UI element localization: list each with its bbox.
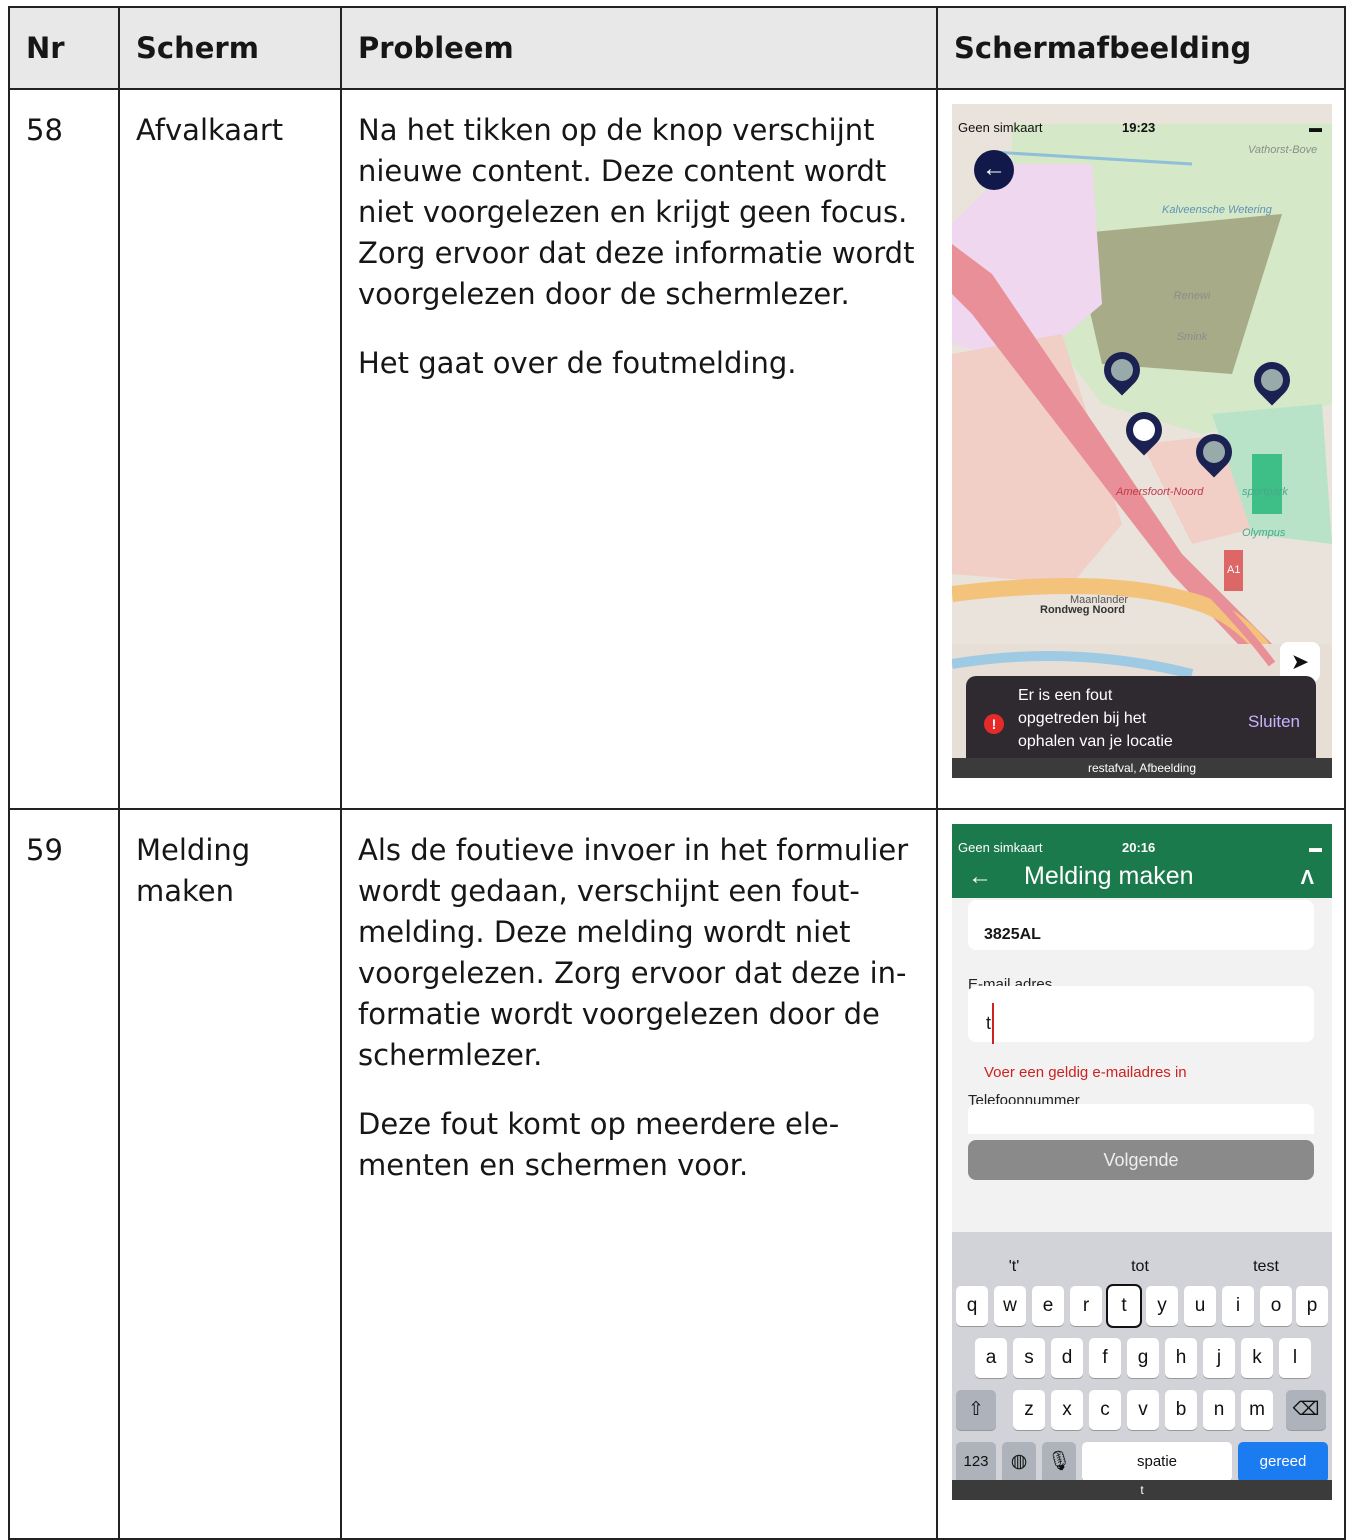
close-toast-button[interactable]: Sluiten bbox=[1248, 710, 1300, 733]
key[interactable]: t bbox=[1106, 1284, 1142, 1328]
key[interactable]: b bbox=[1165, 1390, 1197, 1430]
map-label: A1 bbox=[1224, 550, 1244, 591]
probleem-paragraph: Na het tikken op de knop verschijnt nieu… bbox=[358, 113, 915, 311]
done-key[interactable]: gereed bbox=[1238, 1442, 1328, 1482]
key[interactable]: d bbox=[1051, 1338, 1083, 1378]
voiceover-caption: t bbox=[952, 1480, 1332, 1500]
map-label: Vathorst-Bove bbox=[1248, 144, 1318, 156]
postcode-field[interactable]: 3825AL bbox=[968, 900, 1314, 950]
header-scherm: Scherm bbox=[118, 6, 342, 90]
row-probleem: Na het tikken op de knop verschijnt nieu… bbox=[340, 88, 938, 810]
probleem-paragraph: Als de foutieve invoer in het formulier … bbox=[358, 833, 909, 1072]
suggestion-item[interactable]: 't' bbox=[954, 1246, 1074, 1287]
row-nr: 59 bbox=[8, 808, 120, 1540]
screen-title: Melding maken bbox=[1024, 862, 1194, 890]
row-scherm: Melding maken bbox=[118, 808, 342, 1540]
microphone-key-icon[interactable]: 🎙 bbox=[1042, 1442, 1076, 1482]
phone-field[interactable] bbox=[968, 1104, 1314, 1134]
shift-key-icon[interactable]: ⇧ bbox=[956, 1390, 996, 1430]
app-header: Geen simkaart 20:16 ▬ ← Melding maken Λ bbox=[952, 824, 1332, 898]
map-screenshot: Geen simkaart 19:23 ▬ Vathorst-Bove Kalv… bbox=[952, 104, 1332, 778]
key[interactable]: j bbox=[1203, 1338, 1235, 1378]
key[interactable]: p bbox=[1296, 1286, 1328, 1326]
row-scherm: Afvalkaart bbox=[118, 88, 342, 810]
key[interactable]: z bbox=[1013, 1390, 1045, 1430]
time-label: 19:23 bbox=[1122, 120, 1156, 135]
header-probleem: Probleem bbox=[340, 6, 938, 90]
error-message: Er is een fout opgetreden bij het ophale… bbox=[1018, 687, 1173, 750]
key[interactable]: s bbox=[1013, 1338, 1045, 1378]
error-toast: ! Er is een fout opgetreden bij het opha… bbox=[966, 676, 1316, 766]
key[interactable]: f bbox=[1089, 1338, 1121, 1378]
key[interactable]: c bbox=[1089, 1390, 1121, 1430]
key[interactable]: w bbox=[994, 1286, 1026, 1326]
key[interactable]: h bbox=[1165, 1338, 1197, 1378]
key[interactable]: i bbox=[1222, 1286, 1254, 1326]
issues-table: Nr Scherm Probleem Schermafbeelding 58 A… bbox=[8, 6, 1346, 1540]
key[interactable]: n bbox=[1203, 1390, 1235, 1430]
email-value: t bbox=[986, 1003, 995, 1044]
form-screenshot: Geen simkaart 20:16 ▬ ← Melding maken Λ … bbox=[952, 824, 1332, 1500]
key[interactable]: y bbox=[1146, 1286, 1178, 1326]
app-logo-icon: Λ bbox=[1300, 867, 1314, 889]
back-arrow-icon[interactable]: ← bbox=[968, 856, 992, 897]
map-label: Kalveensche Wetering bbox=[1162, 204, 1272, 216]
map-label: sportpark Olympus bbox=[1242, 486, 1288, 539]
header-nr: Nr bbox=[8, 6, 120, 90]
table-row: 58 Afvalkaart Na het tikken op de knop v… bbox=[8, 88, 1346, 810]
status-bar: Geen simkaart 20:16 ▬ bbox=[952, 824, 1332, 855]
map-label: Rondweg Noord bbox=[1040, 604, 1125, 616]
row-nr: 58 bbox=[8, 88, 120, 810]
probleem-paragraph: Deze fout komt op meerdere ele-menten en… bbox=[358, 1107, 840, 1182]
map-label: Amersfoort-Noord bbox=[1116, 486, 1204, 498]
error-icon: ! bbox=[984, 714, 1004, 734]
header-schermafbeelding: Schermafbeelding bbox=[936, 6, 1346, 90]
email-field[interactable]: t bbox=[968, 986, 1314, 1044]
status-bar: Geen simkaart 19:23 ▬ bbox=[952, 104, 1332, 135]
key[interactable]: g bbox=[1127, 1338, 1159, 1378]
suggestion-item[interactable]: test bbox=[1206, 1246, 1326, 1287]
row-screenshot: Geen simkaart 19:23 ▬ Vathorst-Bove Kalv… bbox=[936, 88, 1346, 810]
key[interactable]: e bbox=[1032, 1286, 1064, 1326]
next-button[interactable]: Volgende bbox=[968, 1140, 1314, 1180]
key[interactable]: m bbox=[1241, 1390, 1273, 1430]
probleem-paragraph: Het gaat over de foutmelding. bbox=[358, 346, 797, 380]
key[interactable]: k bbox=[1241, 1338, 1273, 1378]
row-probleem: Als de foutieve invoer in het formulier … bbox=[340, 808, 938, 1540]
globe-key-icon[interactable]: ◍ bbox=[1002, 1442, 1036, 1482]
backspace-key-icon[interactable]: ⌫ bbox=[1286, 1390, 1326, 1430]
header-row: Nr Scherm Probleem Schermafbeelding bbox=[8, 6, 1346, 90]
postcode-value: 3825AL bbox=[984, 926, 1041, 943]
key[interactable]: u bbox=[1184, 1286, 1216, 1326]
key[interactable]: l bbox=[1279, 1338, 1311, 1378]
key[interactable]: v bbox=[1127, 1390, 1159, 1430]
key[interactable]: x bbox=[1051, 1390, 1083, 1430]
map-label: Renewi Smink bbox=[1173, 290, 1211, 343]
space-key[interactable]: spatie bbox=[1082, 1442, 1232, 1482]
keyboard: 't' tot test q w e r t y u i o p a s d f… bbox=[952, 1232, 1332, 1500]
back-button[interactable]: ← bbox=[974, 150, 1014, 190]
row-screenshot: Geen simkaart 20:16 ▬ ← Melding maken Λ … bbox=[936, 808, 1346, 1540]
suggestion-item[interactable]: tot bbox=[1080, 1246, 1200, 1287]
voiceover-caption: restafval, Afbeelding bbox=[952, 758, 1332, 778]
table-row: 59 Melding maken Als de foutieve invoer … bbox=[8, 808, 1346, 1540]
key[interactable]: a bbox=[975, 1338, 1007, 1378]
carrier-label: Geen simkaart bbox=[958, 120, 1043, 135]
key[interactable]: q bbox=[956, 1286, 988, 1326]
key[interactable]: o bbox=[1260, 1286, 1292, 1326]
numbers-key[interactable]: 123 bbox=[956, 1442, 996, 1482]
key[interactable]: r bbox=[1070, 1286, 1102, 1326]
